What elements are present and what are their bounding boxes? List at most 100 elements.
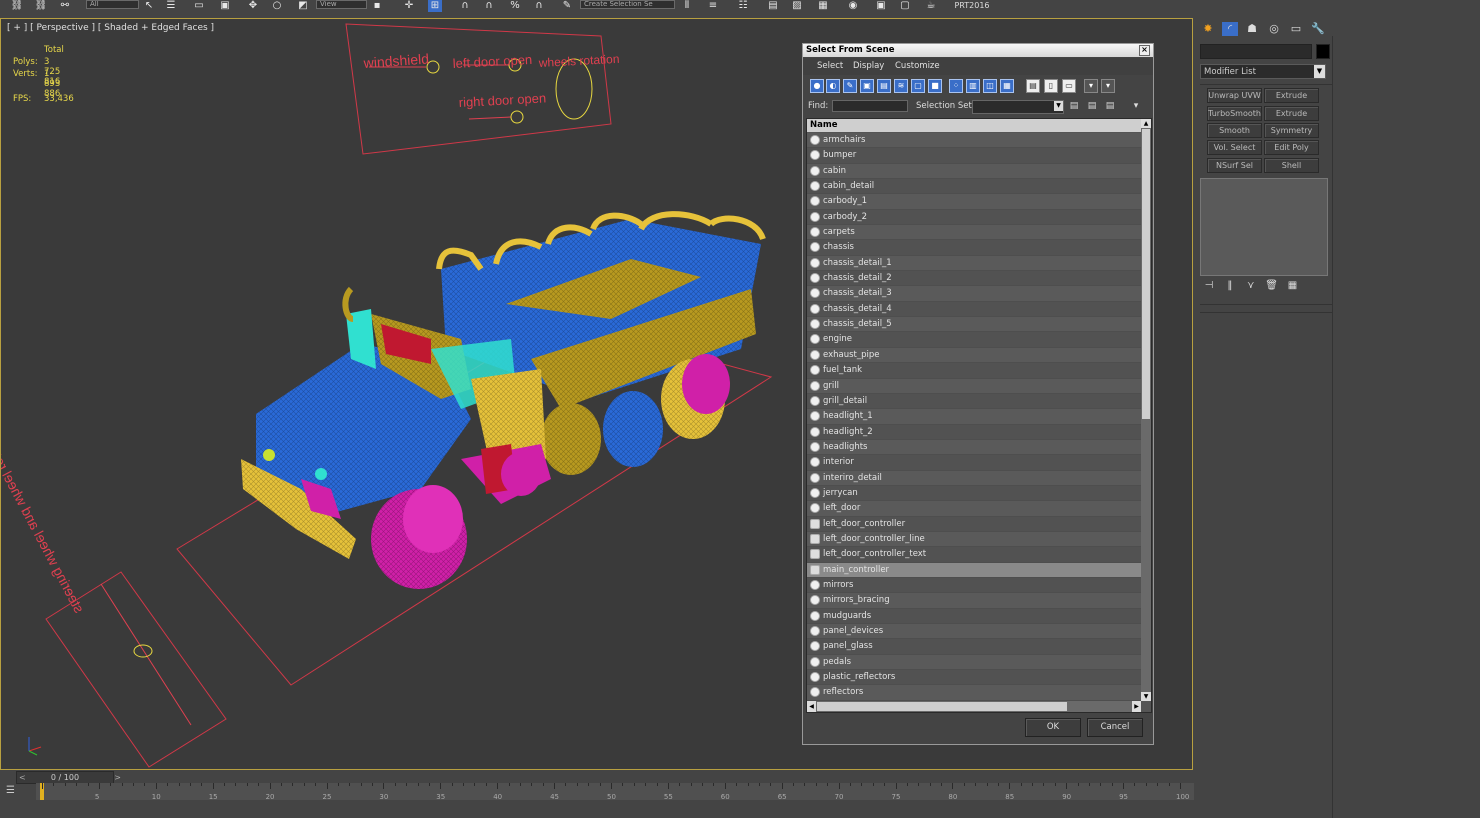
invert-display-icon[interactable]: ▭ (1062, 79, 1076, 93)
object-name-field[interactable] (1200, 44, 1312, 59)
select-and-manipulate-icon[interactable]: ✛ (402, 0, 416, 12)
list-item[interactable]: interior (807, 455, 1141, 471)
timeline-track[interactable]: 5 10 15 20 25 30 35 40 45 50 55 60 65 70 75 80 85 90 95 100 (36, 783, 1194, 801)
material-editor-icon[interactable]: ◉ (846, 0, 860, 12)
configure-modifier-sets-icon[interactable]: ▦ (1284, 280, 1302, 291)
previous-frame-icon[interactable]: < (19, 772, 26, 783)
select-object-icon[interactable]: ↖ (142, 0, 156, 12)
bind-to-space-warp-icon[interactable]: ⚯ (58, 0, 72, 12)
list-item[interactable]: grill_detail (807, 393, 1141, 410)
list-item[interactable]: cabin (807, 163, 1141, 180)
show-end-result-icon[interactable]: ‖ (1221, 280, 1239, 291)
percent-snap-icon[interactable]: % (508, 0, 522, 12)
motion-tab-icon[interactable]: ◎ (1266, 22, 1282, 36)
select-by-name-icon[interactable]: ☰ (164, 0, 178, 12)
modifier-button-smooth[interactable]: Smooth (1207, 123, 1262, 138)
list-item[interactable]: left_door (807, 501, 1141, 517)
rectangular-selection-icon[interactable]: ▭ (192, 0, 206, 12)
scroll-up-icon[interactable]: ▲ (1141, 119, 1151, 128)
modifier-button-extrude[interactable]: Extrude (1264, 88, 1319, 103)
scroll-down-icon[interactable]: ▼ (1141, 692, 1151, 701)
chevron-down-icon[interactable]: ▼ (1054, 101, 1063, 111)
keyboard-shortcut-override-icon[interactable]: ⊞ (428, 0, 442, 12)
selection-filter-dropdown[interactable]: All (86, 0, 139, 9)
display-space-warps-icon[interactable]: ≋ (894, 79, 908, 93)
menu-customize[interactable]: Customize (895, 61, 940, 71)
modifier-button-unwrap-uvw[interactable]: Unwrap UVW (1207, 88, 1262, 103)
mirror-icon[interactable]: ⫴ (680, 0, 694, 12)
list-item[interactable]: armchairs (807, 133, 1141, 149)
pivot-center-icon[interactable]: ▪ (370, 0, 384, 12)
display-hidden-icon[interactable]: ▦ (1000, 79, 1014, 93)
filter-options-icon[interactable]: ▾ (1101, 79, 1115, 93)
list-item[interactable]: chassis_detail_2 (807, 271, 1141, 287)
list-item[interactable]: carpets (807, 225, 1141, 241)
horizontal-scrollbar[interactable]: ◀ ▶ (807, 701, 1141, 712)
list-item[interactable]: mirrors_bracing (807, 593, 1141, 609)
make-unique-icon[interactable]: ⋎ (1242, 280, 1260, 291)
rendered-frame-window-icon[interactable]: ▢ (898, 0, 912, 12)
list-item[interactable]: fuel_tank (807, 363, 1141, 379)
find-input[interactable] (832, 100, 908, 112)
close-icon[interactable]: × (1139, 45, 1150, 56)
display-containers-icon[interactable]: ▥ (966, 79, 980, 93)
modify-tab-icon[interactable]: ◜ (1222, 22, 1238, 36)
list-item[interactable]: headlights (807, 439, 1141, 456)
list-item[interactable]: left_door_controller_line (807, 531, 1141, 548)
list-item[interactable]: main_controller (807, 562, 1141, 578)
selection-set-dropdown[interactable] (972, 100, 1064, 114)
scrollbar-thumb[interactable] (817, 702, 1067, 711)
list-item[interactable]: headlight_1 (807, 409, 1141, 425)
modifier-button-extrude-2[interactable]: Extrude (1264, 106, 1319, 121)
list-item[interactable]: panel_devices (807, 624, 1141, 640)
modifier-button-turbosmooth[interactable]: TurboSmooth (1207, 106, 1262, 121)
display-shapes-icon[interactable]: ◐ (826, 79, 840, 93)
select-all-icon[interactable]: ▤ (1068, 100, 1080, 112)
list-item[interactable]: chassis_detail_4 (807, 301, 1141, 318)
vertical-scrollbar[interactable]: ▲ ▼ (1141, 119, 1151, 701)
remove-modifier-icon[interactable]: 🗑 (1263, 280, 1281, 291)
list-item[interactable]: panel_glass (807, 639, 1141, 655)
create-selection-set-field[interactable]: Create Selection Se (580, 0, 675, 9)
list-item[interactable]: exhaust_pipe (807, 347, 1141, 364)
filter-icon[interactable]: ▾ (1084, 79, 1098, 93)
toggle-ribbon-icon[interactable]: ▤ (766, 0, 780, 12)
list-item[interactable]: engine (807, 332, 1141, 348)
display-frozen-icon[interactable]: ◫ (983, 79, 997, 93)
modifier-stack[interactable] (1200, 178, 1328, 276)
utilities-tab-icon[interactable]: 🔧 (1310, 22, 1326, 36)
animation-controller-panel[interactable] (345, 23, 612, 155)
angle-snap-icon[interactable]: ∩ (482, 0, 496, 12)
display-cameras-icon[interactable]: ▣ (860, 79, 874, 93)
list-item[interactable]: left_door_controller_text (807, 547, 1141, 563)
display-groups-icon[interactable]: ▢ (911, 79, 925, 93)
snaps-toggle-icon[interactable]: ∩ (458, 0, 472, 12)
list-item[interactable]: bumper (807, 148, 1141, 164)
display-bones-icon[interactable]: ⁘ (949, 79, 963, 93)
schematic-view-icon[interactable]: ▦ (816, 0, 830, 12)
scene-object-list[interactable]: Name armchairs bumper cabin cabin_detail car… (806, 118, 1152, 713)
menu-select[interactable]: Select (817, 61, 843, 71)
modifier-list-dropdown[interactable]: Modifier List ▼ (1200, 64, 1326, 79)
reference-coordinate-dropdown[interactable]: View (316, 0, 367, 9)
render-production-icon[interactable]: ☕ (924, 0, 938, 12)
layer-explorer-icon[interactable]: ☷ (736, 0, 750, 12)
render-setup-icon[interactable]: ▣ (874, 0, 888, 12)
select-and-scale-icon[interactable]: ◩ (296, 0, 310, 12)
display-object-xrefs-icon[interactable]: ■ (928, 79, 942, 93)
display-none-icon[interactable]: ▯ (1044, 79, 1058, 93)
scrollbar-thumb[interactable] (1142, 129, 1150, 419)
window-crossing-icon[interactable]: ▣ (218, 0, 232, 12)
list-item[interactable]: headlight_2 (807, 424, 1141, 440)
modifier-button-shell[interactable]: Shell (1264, 158, 1319, 173)
list-item[interactable]: left_door_controller (807, 516, 1141, 532)
cancel-button[interactable]: Cancel (1087, 718, 1143, 737)
select-invert-icon[interactable]: ▤ (1104, 100, 1116, 112)
list-item[interactable]: interiro_detail (807, 470, 1141, 486)
display-all-icon[interactable]: ▤ (1026, 79, 1040, 93)
object-color-swatch[interactable] (1316, 44, 1330, 59)
pin-stack-icon[interactable]: ⊣ (1200, 280, 1218, 291)
spinner-snap-icon[interactable]: ∩ (532, 0, 546, 12)
select-and-rotate-icon[interactable]: ○ (270, 0, 284, 12)
modifier-button-vol-select[interactable]: Vol. Select (1207, 140, 1262, 155)
